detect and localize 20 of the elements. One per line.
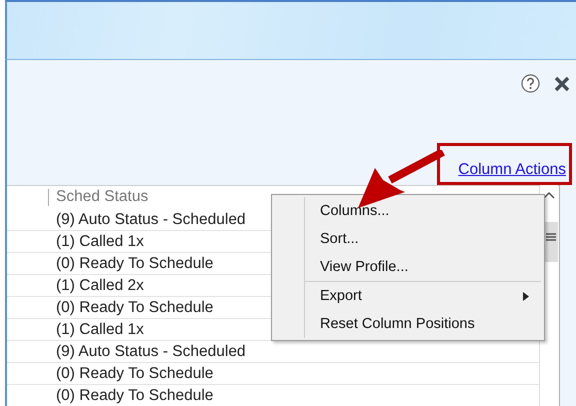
help-icon[interactable]: [521, 74, 540, 93]
table-cell: (0) Ready To Schedule: [56, 298, 214, 316]
table-cell: (1) Called 1x: [56, 320, 144, 338]
menu-item[interactable]: Reset Column Positions: [305, 310, 541, 338]
menu-item[interactable]: Sort...: [305, 225, 541, 253]
close-icon[interactable]: [554, 76, 570, 92]
menu-item[interactable]: Columns...: [305, 197, 541, 225]
table-cell: (9) Auto Status - Scheduled: [56, 210, 246, 228]
table-cell: (0) Ready To Schedule: [56, 364, 214, 382]
table-cell: (9) Auto Status - Scheduled: [56, 342, 246, 360]
column-header[interactable]: Sched Status: [56, 188, 148, 206]
table-cell: (0) Ready To Schedule: [56, 254, 214, 272]
column-actions-link[interactable]: Column Actions: [458, 161, 566, 179]
table-cell: (1) Called 2x: [56, 276, 144, 294]
grip-icon[interactable]: [546, 232, 556, 242]
submenu-arrow-icon: [523, 292, 529, 300]
table-cell: (0) Ready To Schedule: [56, 386, 214, 404]
menu-item[interactable]: Export: [305, 282, 541, 310]
table-cell: (1) Called 1x: [56, 232, 144, 250]
menu-item[interactable]: View Profile...: [305, 253, 541, 281]
